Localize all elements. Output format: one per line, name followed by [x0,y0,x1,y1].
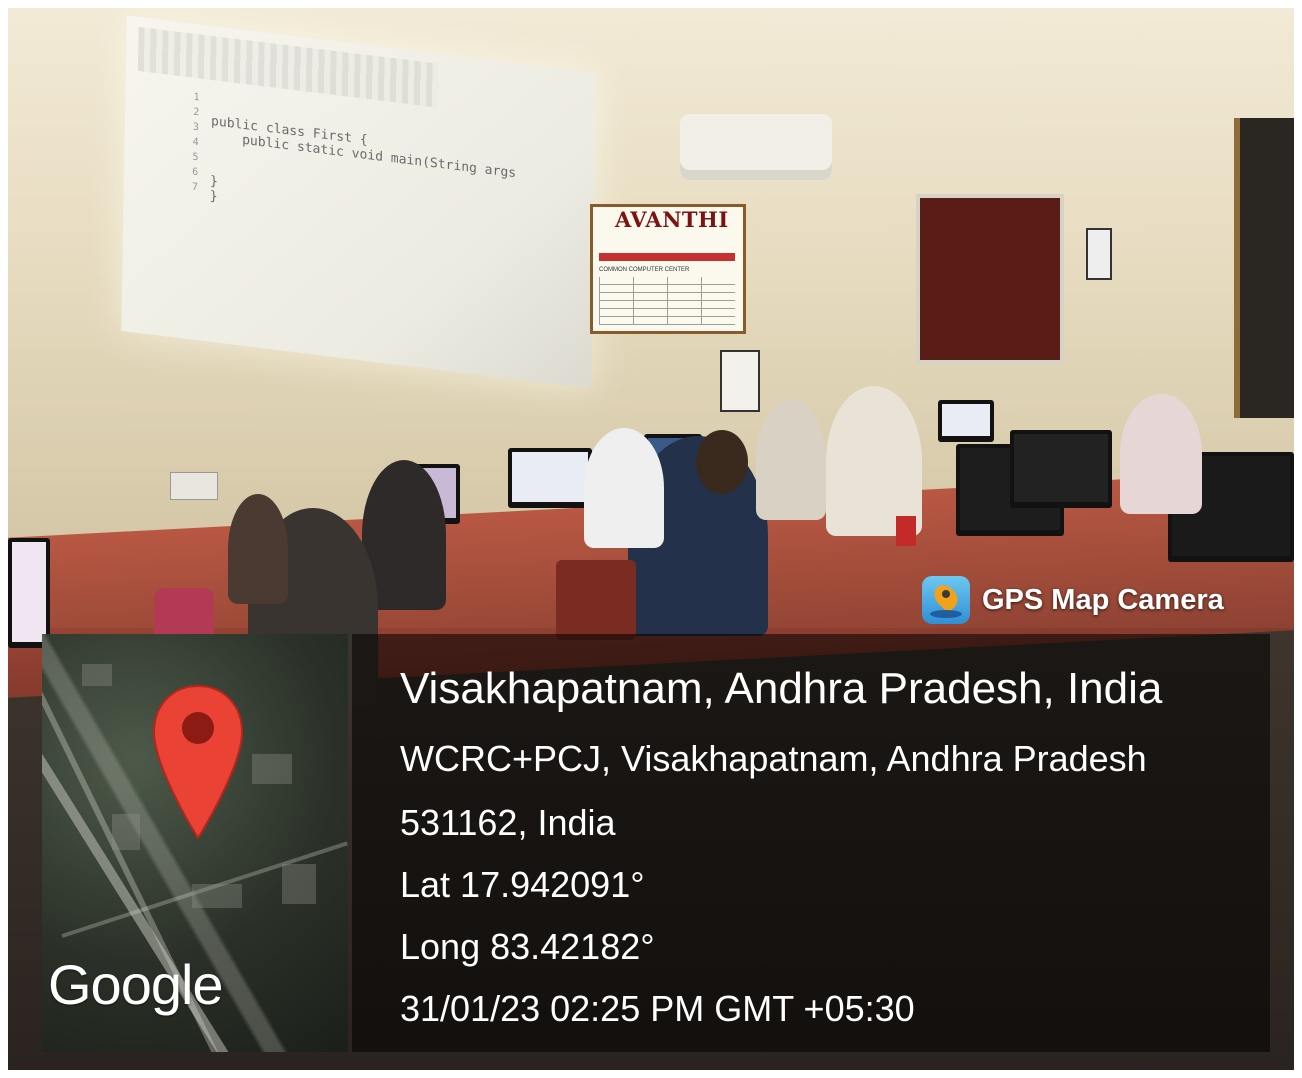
pin-board [916,194,1064,364]
app-name-label: GPS Map Camera [982,583,1224,616]
monitor [508,448,592,508]
photo-frame: 1 2 3 4 5 6 7 public class First { publi… [8,8,1294,1070]
monitor [8,538,50,648]
pin-center-dot [942,590,950,598]
switch-board [170,472,218,500]
map-building [192,884,242,908]
student [1120,394,1202,514]
wall-frame [1086,228,1112,280]
map-marker-icon [152,684,244,840]
map-building [252,754,292,784]
monitor [1010,430,1112,508]
student [696,430,748,494]
gps-map-camera-icon [922,576,970,624]
map-building [82,664,112,686]
map-building [112,814,140,850]
latitude-text: Lat 17.942091° [400,864,645,905]
notice-board: AVANTHI COMMON COMPUTER CENTER [590,204,746,334]
gps-map-camera-badge: GPS Map Camera [922,574,1224,626]
projected-code: public class First { public static void … [209,113,517,205]
red-cup [896,516,916,546]
location-info-panel: Visakhapatnam, Andhra Pradesh, India WCR… [352,634,1270,1052]
notice-board-table [599,277,735,325]
address-line-1: WCRC+PCJ, Visakhapatnam, Andhra Pradesh [400,738,1147,779]
monitor [938,400,994,442]
notice-board-title: AVANTHI [615,207,729,232]
projector-screen: 1 2 3 4 5 6 7 public class First { publi… [121,15,597,389]
longitude-text: Long 83.42182° [400,926,655,967]
chair [556,560,636,640]
student [826,386,922,536]
pin-base [930,610,962,618]
air-conditioner [680,114,832,180]
map-building [282,864,316,904]
notice-board-stripe [599,253,735,261]
wall-certificate [720,350,760,412]
location-title: Visakhapatnam, Andhra Pradesh, India [400,664,1163,713]
timestamp-text: 31/01/23 02:25 PM GMT +05:30 [400,988,915,1029]
window [1234,118,1294,418]
student [584,428,664,548]
google-logo: Google [48,953,224,1016]
student [756,400,826,520]
student [228,494,288,604]
map-thumbnail: Google [42,634,348,1052]
address-line-2: 531162, India [400,802,616,843]
notice-board-heading: COMMON COMPUTER CENTER [599,267,690,273]
code-line-numbers: 1 2 3 4 5 6 7 [191,91,200,194]
